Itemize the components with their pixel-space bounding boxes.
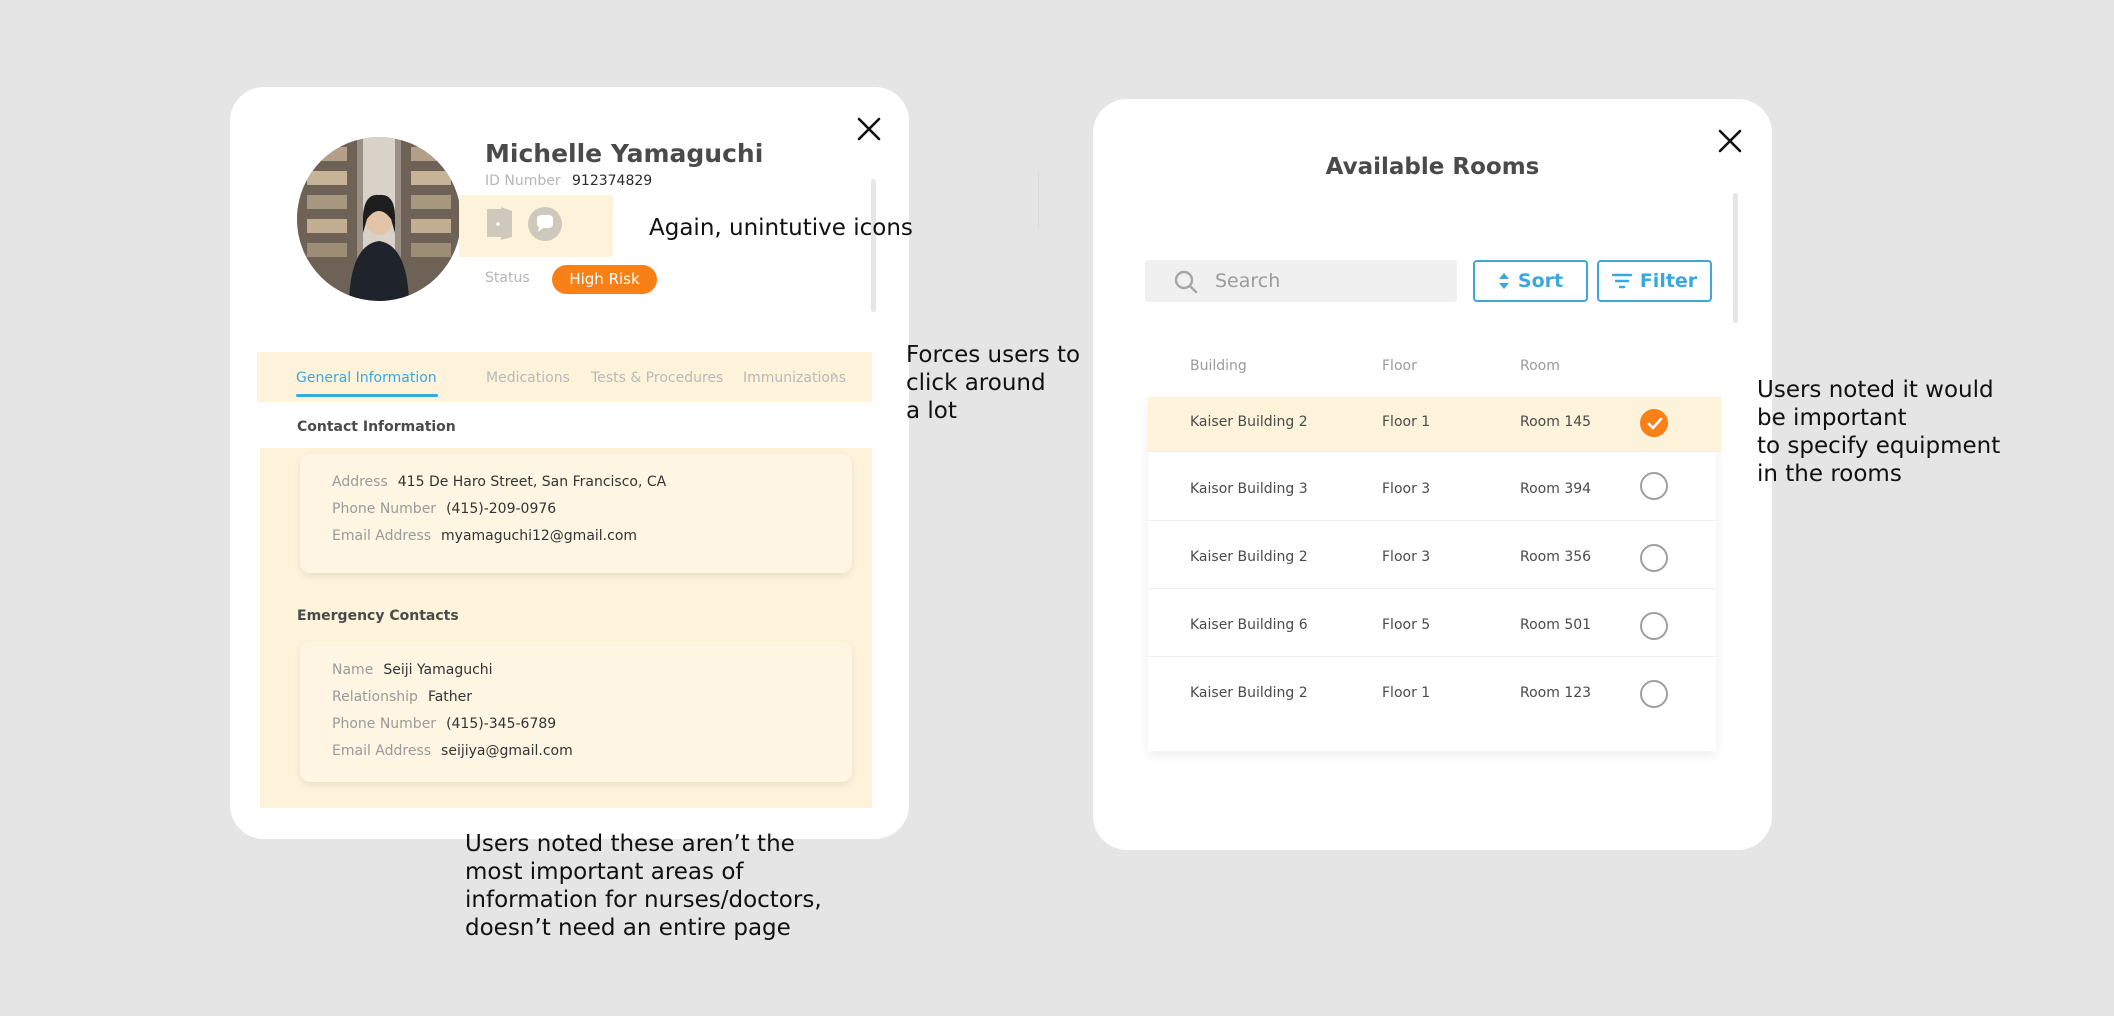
patient-avatar xyxy=(297,137,461,301)
ec-relationship-row: Relationship Father xyxy=(332,689,472,705)
annotation-tabs: Forces users to click around a lot xyxy=(906,342,1081,424)
divider xyxy=(1038,172,1039,228)
ec-phone-value: (415)-345-6789 xyxy=(446,716,557,732)
scrollbar[interactable] xyxy=(1733,193,1738,323)
check-icon xyxy=(1647,417,1663,430)
search-box xyxy=(1145,260,1457,302)
row-room: Room 145 xyxy=(1520,414,1592,430)
row-building: Kaisor Building 3 xyxy=(1190,481,1308,497)
contact-info-box: Address 415 De Haro Street, San Francisco… xyxy=(300,454,852,573)
row-room: Room 356 xyxy=(1520,549,1592,565)
table-row[interactable]: Kaiser Building 2 Floor 1 Room 145 xyxy=(1148,397,1721,452)
email-label: Email Address xyxy=(332,528,432,544)
ec-name-label: Name xyxy=(332,662,374,678)
column-header-building[interactable]: Building xyxy=(1190,358,1247,374)
tab-bar: General Information Medications Tests & … xyxy=(257,352,872,402)
annotation-info: Users noted these aren’t the most import… xyxy=(465,831,822,941)
row-building: Kaiser Building 2 xyxy=(1190,685,1308,701)
active-tab-underline xyxy=(296,394,438,397)
email-row: Email Address myamaguchi12@gmail.com xyxy=(332,528,637,544)
chevron-right-icon[interactable]: › xyxy=(831,365,838,386)
ec-email-value: seijiya@gmail.com xyxy=(441,743,573,759)
radio-unselected[interactable] xyxy=(1640,612,1668,640)
tab-general-information[interactable]: General Information xyxy=(296,370,437,386)
sort-label: Sort xyxy=(1517,270,1564,292)
ec-email-row: Email Address seijiya@gmail.com xyxy=(332,743,573,759)
emergency-contacts-heading: Emergency Contacts xyxy=(297,608,459,624)
radio-selected[interactable] xyxy=(1640,409,1668,437)
sort-icon xyxy=(1498,273,1509,289)
available-rooms-card: Available Rooms Sort Filter Building Flo… xyxy=(1093,99,1772,850)
radio-unselected[interactable] xyxy=(1640,680,1668,708)
annotation-icons: Again, unintutive icons xyxy=(649,215,913,241)
rooms-table: Kaiser Building 2 Floor 1 Room 145 Kaiso… xyxy=(1148,397,1721,751)
ec-name-row: Name Seiji Yamaguchi xyxy=(332,662,493,678)
column-header-room[interactable]: Room xyxy=(1520,358,1560,374)
row-floor: Floor 3 xyxy=(1382,481,1431,497)
ec-phone-row: Phone Number (415)-345-6789 xyxy=(332,716,556,732)
tab-tests-procedures[interactable]: Tests & Procedures xyxy=(591,370,723,386)
annotation-rooms: Users noted it would be important to spe… xyxy=(1757,377,2001,487)
row-room: Room 394 xyxy=(1520,481,1592,497)
row-building: Kaiser Building 2 xyxy=(1190,549,1308,565)
ec-email-label: Email Address xyxy=(332,743,432,759)
row-floor: Floor 1 xyxy=(1382,685,1431,701)
table-row[interactable]: Kaiser Building 6 Floor 5 Room 501 xyxy=(1148,590,1716,657)
row-building: Kaiser Building 6 xyxy=(1190,617,1308,633)
row-room: Room 123 xyxy=(1520,685,1592,701)
scrollbar[interactable] xyxy=(871,179,876,312)
rooms-title: Available Rooms xyxy=(1325,154,1540,180)
radio-unselected[interactable] xyxy=(1640,472,1668,500)
table-row[interactable]: Kaiser Building 2 Floor 3 Room 356 xyxy=(1148,522,1716,589)
address-value: 415 De Haro Street, San Francisco, CA xyxy=(397,474,667,490)
tab-medications[interactable]: Medications xyxy=(486,370,570,386)
contact-information-heading: Contact Information xyxy=(297,419,456,435)
row-floor: Floor 1 xyxy=(1382,414,1431,430)
emergency-contact-box: Name Seiji Yamaguchi Relationship Father P… xyxy=(300,642,852,782)
table-row[interactable]: Kaiser Building 2 Floor 1 Room 123 xyxy=(1148,658,1716,725)
address-label: Address xyxy=(332,474,388,490)
radio-unselected[interactable] xyxy=(1640,544,1668,572)
column-header-floor[interactable]: Floor xyxy=(1382,358,1417,374)
id-value: 912374829 xyxy=(572,173,653,189)
ec-relationship-value: Father xyxy=(427,689,473,705)
filter-label: Filter xyxy=(1639,270,1698,292)
email-value: myamaguchi12@gmail.com xyxy=(441,528,638,544)
row-room: Room 501 xyxy=(1520,617,1592,633)
phone-row: Phone Number (415)-209-0976 xyxy=(332,501,556,517)
search-icon xyxy=(1174,270,1198,294)
patient-card: Michelle Yamaguchi ID Number 912374829 S… xyxy=(230,87,909,839)
table-row[interactable]: Kaisor Building 3 Floor 3 Room 394 xyxy=(1148,454,1716,521)
patient-name: Michelle Yamaguchi xyxy=(485,139,764,168)
row-floor: Floor 3 xyxy=(1382,549,1431,565)
door-icon[interactable] xyxy=(485,205,515,241)
filter-icon xyxy=(1611,273,1632,289)
ec-name-value: Seiji Yamaguchi xyxy=(383,662,493,678)
row-floor: Floor 5 xyxy=(1382,617,1431,633)
high-risk-badge: High Risk xyxy=(552,265,657,294)
sort-button[interactable]: Sort xyxy=(1473,260,1588,302)
search-input[interactable] xyxy=(1215,260,1445,302)
id-label: ID Number xyxy=(485,173,561,189)
chat-icon[interactable] xyxy=(527,206,563,242)
phone-value: (415)-209-0976 xyxy=(446,501,557,517)
filter-button[interactable]: Filter xyxy=(1597,260,1712,302)
close-icon[interactable] xyxy=(1715,126,1745,156)
phone-label: Phone Number xyxy=(332,501,437,517)
close-icon[interactable] xyxy=(854,114,884,144)
ec-relationship-label: Relationship xyxy=(332,689,418,705)
ec-phone-label: Phone Number xyxy=(332,716,437,732)
row-building: Kaiser Building 2 xyxy=(1190,414,1308,430)
address-row: Address 415 De Haro Street, San Francisco… xyxy=(332,474,666,490)
status-label: Status xyxy=(485,270,530,286)
